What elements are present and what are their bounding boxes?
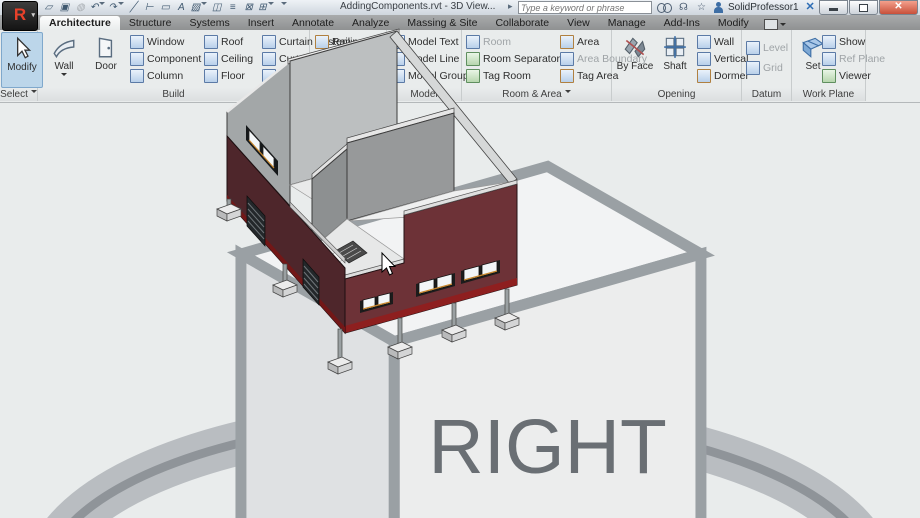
qat-icon: ⊠ [244,2,253,13]
qat-icon: ╱ [130,2,137,13]
qat-icon: ▱ [44,2,53,13]
open-button[interactable]: ▱ [42,1,55,14]
datum-panel: Level Grid Datum [742,30,792,101]
title-expand-icon: ▸ [508,1,513,11]
application-menu-button[interactable]: R ▾ [2,1,38,31]
qat-icon: ↶ [90,2,99,13]
ribbon-collapse-button[interactable] [763,18,786,30]
qat-icon: ▭ [160,2,170,13]
search-binoculars-icon[interactable] [657,2,672,13]
window-icon [130,35,144,49]
qat-icon: ▣ [59,2,70,13]
work-plane-panel-label[interactable]: Work Plane [792,88,865,101]
show-work-plane-icon [822,35,836,49]
favorites-star-icon[interactable]: ☆ [695,1,708,14]
3d-model[interactable] [167,13,667,378]
undo-button[interactable]: ↶ [90,1,105,14]
qat-icon: A [177,2,185,13]
show-work-plane-button[interactable]: Show [822,34,865,50]
select-panel-label[interactable]: Select [0,88,37,101]
ref-plane-icon [822,52,836,66]
architecture[interactable]: Architecture [40,16,120,30]
door-button[interactable]: Door [86,32,126,86]
viewer-button[interactable]: Viewer [822,68,871,84]
wall-opening-icon [697,35,711,49]
sync-button[interactable]: ◍ [74,1,87,14]
qat-icon: ▧ [190,2,201,13]
vertical-opening-icon [697,52,711,66]
qat-icon: ◫ [212,2,222,13]
ref-plane-button[interactable]: Ref Plane [822,51,885,67]
window-controls: ✕ [818,0,918,15]
qat-icon: ◍ [76,2,85,13]
select-panel: Modify Select [0,30,43,101]
component-icon [130,52,144,66]
save-button[interactable]: ▣ [58,1,71,14]
communication-center-icon[interactable]: ☊ [677,1,690,14]
wall-opening-button[interactable]: Wall [697,34,734,50]
level-icon [746,41,760,55]
door-icon [98,37,113,58]
work-plane-panel: Set Show Ref Plane Viewer Work Plane [792,30,885,101]
qat-icon: ⊞ [258,2,267,13]
dormer-icon [697,69,711,83]
modify-button[interactable]: Modify [1,32,43,88]
level-button[interactable]: Level [746,40,788,56]
vertical-opening-button[interactable]: Vertical [697,51,748,67]
exchange-apps-icon[interactable]: ✕ [804,1,817,14]
app-logo: R [13,5,27,24]
close-button[interactable]: ✕ [879,0,918,15]
signed-in-username[interactable]: SolidProfessor1 [728,2,799,13]
measure-button[interactable]: ╱ [127,1,140,14]
revit-application-window: ▱ ▣ ◍ ↶ ↷ ╱ ⊢ ▭ A ▧ ◫ ≡ ⊠ ⊞ AddingComponents.rvt - 3D… [0,0,920,518]
restore-button[interactable] [849,0,878,15]
grid-button[interactable]: Grid [746,60,783,76]
grid-icon [746,61,760,75]
modify-cursor-icon [17,36,32,59]
column-icon [130,69,144,83]
datum-panel-label[interactable]: Datum [742,88,791,101]
wall-button[interactable]: Wall [44,32,84,86]
aligned-dimension-button[interactable]: ⊢ [143,1,156,14]
redo-button[interactable]: ↷ [108,1,123,14]
qat-icon: ≡ [229,2,236,13]
qat-icon: ↷ [108,2,117,13]
view-cube-face-label: RIGHT [428,405,666,490]
sign-in-person-icon[interactable] [713,1,723,14]
qat-icon: ⊢ [144,2,154,13]
minimize-button[interactable] [819,0,848,15]
viewer-icon [822,69,836,83]
wall-icon [53,39,75,59]
modify[interactable]: Modify [709,16,758,30]
